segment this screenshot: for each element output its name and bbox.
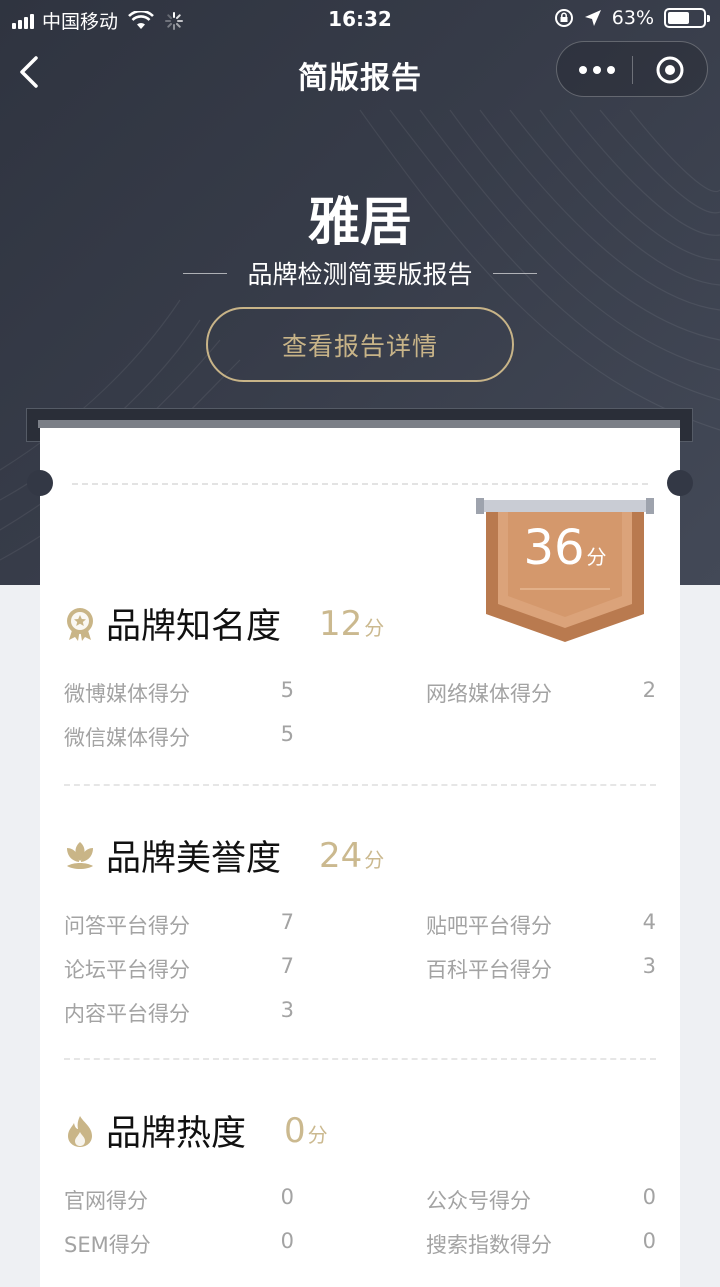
subtitle-line-left [183,272,228,274]
total-score-unit: 分 [586,545,607,569]
lotus-icon [67,841,93,869]
metric-row: SEM得分 0 [64,1229,294,1257]
capsule-divider [632,56,633,84]
section-title: 品牌美誉度 [106,839,282,879]
metric-row: 网络媒体得分 2 [426,678,656,706]
section-divider [64,1058,656,1060]
section-divider [64,784,656,786]
rotation-lock-icon [554,9,573,27]
battery-percent: 63% [611,7,654,29]
metric-row: 微博媒体得分 5 [64,678,294,706]
metric-row: 百科平台得分 3 [426,954,656,982]
metric-row: 官网得分 0 [64,1185,294,1213]
metric-row: 问答平台得分 7 [64,910,294,938]
metric-row: 论坛平台得分 7 [64,954,294,982]
medal-icon [67,607,93,641]
flame-icon [68,1115,92,1147]
section-awareness: 品牌知名度 12 分 [64,598,384,649]
section-title: 品牌热度 [106,1114,247,1154]
status-bar: 中国移动 16:32 63% [0,0,720,36]
navigation-bar: 简版报告 [0,36,720,108]
card-slot-shadow [38,420,680,428]
subtitle-row: 品牌检测简要版报告 [0,255,720,291]
section-reputation: 品牌美誉度 24 分 [64,830,384,881]
more-icon[interactable] [579,66,615,74]
metric-row: 贴吧平台得分 4 [426,910,656,938]
metric-row: 微信媒体得分 5 [64,722,294,750]
view-report-detail-button[interactable]: 查看报告详情 [206,307,514,382]
total-score: 36 分 [490,520,640,576]
close-target-icon[interactable] [655,55,685,85]
location-arrow-icon [584,10,601,26]
report-subtitle: 品牌检测简要版报告 [247,260,473,289]
section-popularity: 品牌热度 0分 [64,1105,328,1156]
battery-icon [664,8,710,28]
ticket-notch-right [667,470,693,496]
brand-name: 雅居 [307,193,412,253]
card-top-divider [72,483,648,485]
section-score: 24 分 [319,835,385,876]
subtitle-line-right [492,272,537,274]
metric-row: 公众号得分 0 [426,1185,656,1213]
mini-program-capsule [556,41,708,97]
section-score: 12 分 [319,603,385,644]
metric-row: 搜索指数得分 0 [426,1229,656,1257]
ticket-notch-left [27,470,53,496]
total-score-value: 36 [523,520,585,576]
metric-row: 内容平台得分 3 [64,998,294,1026]
section-title: 品牌知名度 [106,607,282,647]
section-score: 0分 [284,1110,328,1151]
